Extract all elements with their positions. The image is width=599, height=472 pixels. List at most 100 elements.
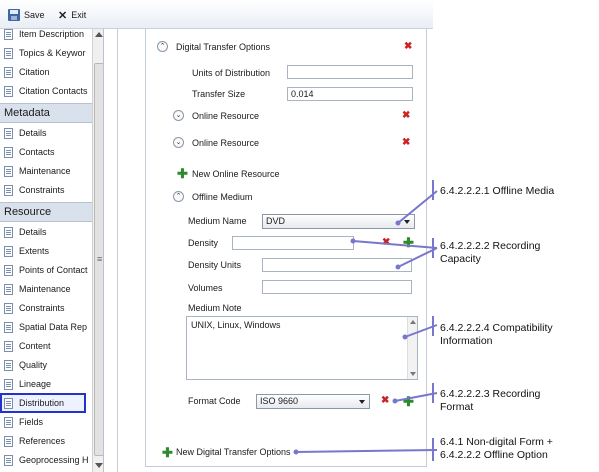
sidebar-item-content[interactable]: Content <box>0 337 92 355</box>
distribution-panel: ⌃ Digital Transfer Options ✖ Units of Di… <box>145 29 427 467</box>
transfer-size-label: Transfer Size <box>192 89 246 99</box>
chevron-up-icon[interactable]: ⌃ <box>157 41 168 52</box>
plus-icon[interactable]: ✚ <box>403 236 414 249</box>
plus-icon[interactable]: ✚ <box>177 167 188 180</box>
chevron-up-icon[interactable]: ⌃ <box>173 191 184 202</box>
online-resource-2[interactable]: Online Resource <box>192 138 259 148</box>
sidebar-item-label: Content <box>19 341 51 351</box>
document-icon <box>4 283 13 295</box>
sidebar-item-label: Item Description <box>19 29 85 39</box>
document-icon <box>4 397 13 409</box>
delete-icon[interactable]: ✖ <box>404 41 412 52</box>
annotation-non-digital-line2: 6.4.2.2.2 Offline Option <box>440 449 548 461</box>
sidebar-item-label: Maintenance <box>19 284 71 294</box>
sidebar-item-label: Citation Contacts <box>19 86 88 96</box>
document-icon <box>4 47 13 59</box>
annotation-recording-format-line1: 6.4.2.2.2.3 Recording <box>440 388 541 400</box>
medium-note-field[interactable]: UNIX, Linux, Windows <box>186 316 418 380</box>
sidebar-item-metadata-details[interactable]: Details <box>0 124 92 142</box>
sidebar-item-citation-contacts[interactable]: Citation Contacts <box>0 82 92 100</box>
sidebar-item-citation[interactable]: Citation <box>0 63 92 81</box>
units-of-distribution-field[interactable] <box>287 65 413 79</box>
sidebar-item-label: Distribution <box>19 398 65 408</box>
sidebar-item-points-of-contact[interactable]: Points of Contact <box>0 261 92 279</box>
sidebar-item-metadata-constraints[interactable]: Constraints <box>0 181 92 199</box>
density-field[interactable] <box>232 236 354 250</box>
document-icon <box>4 226 13 238</box>
sidebar-item-resource-maintenance[interactable]: Maintenance <box>0 280 92 298</box>
scroll-up-icon[interactable] <box>410 320 416 324</box>
exit-label: Exit <box>71 10 87 20</box>
medium-name-value: DVD <box>266 216 286 226</box>
sidebar-item-label: Citation <box>19 67 50 77</box>
annotation-offline-media: 6.4.2.2.2.1 Offline Media <box>440 185 555 197</box>
scroll-down-icon[interactable] <box>95 463 103 468</box>
sidebar-item-metadata-contacts[interactable]: Contacts <box>0 143 92 161</box>
floppy-icon <box>8 9 20 21</box>
document-icon <box>4 416 13 428</box>
sidebar-item-label: Constraints <box>19 185 65 195</box>
medium-note-label: Medium Note <box>188 303 242 313</box>
document-icon <box>4 146 13 158</box>
sidebar-header-resource: Resource <box>0 202 92 222</box>
sidebar-item-resource-details[interactable]: Details <box>0 223 92 241</box>
volumes-label: Volumes <box>188 283 223 293</box>
sidebar-item-metadata-maintenance[interactable]: Maintenance <box>0 162 92 180</box>
document-icon <box>4 127 13 139</box>
density-units-field[interactable] <box>262 258 412 272</box>
scrollbar-thumb[interactable]: ≡ <box>94 63 103 456</box>
format-code-select[interactable]: ISO 9660 <box>256 394 370 409</box>
document-icon <box>4 66 13 78</box>
online-resource-1[interactable]: Online Resource <box>192 111 259 121</box>
transfer-size-field[interactable]: 0.014 <box>287 87 413 101</box>
scroll-up-icon[interactable] <box>95 32 103 37</box>
document-icon <box>4 435 13 447</box>
sidebar-scrollbar[interactable]: ≡ <box>92 29 103 472</box>
delete-icon[interactable]: ✖ <box>402 110 410 121</box>
save-button[interactable]: Save <box>8 8 45 22</box>
sidebar-item-references[interactable]: References <box>0 432 92 450</box>
sidebar-item-label: Constraints <box>19 303 65 313</box>
units-label: Units of Distribution <box>192 68 271 78</box>
document-icon <box>4 85 13 97</box>
sidebar-item-label: Quality <box>19 360 48 370</box>
document-icon <box>4 454 13 466</box>
scroll-down-icon[interactable] <box>410 372 416 376</box>
delete-icon[interactable]: ✖ <box>381 395 389 406</box>
chevron-down-icon <box>404 220 410 224</box>
document-icon <box>4 184 13 196</box>
textarea-scrollbar[interactable] <box>407 317 417 379</box>
chevron-down-icon[interactable]: ⌄ <box>173 137 184 148</box>
medium-name-select[interactable]: DVD <box>262 214 415 229</box>
new-online-resource-button[interactable]: New Online Resource <box>192 169 280 179</box>
delete-icon[interactable]: ✖ <box>402 137 410 148</box>
sidebar-item-extents[interactable]: Extents <box>0 242 92 260</box>
offline-medium-title: Offline Medium <box>192 192 253 202</box>
sidebar-item-fields[interactable]: Fields <box>0 413 92 431</box>
sidebar-item-label: Details <box>19 227 47 237</box>
sidebar-item-topics-keywords[interactable]: Topics & Keywor <box>0 44 92 62</box>
new-digital-transfer-button[interactable]: New Digital Transfer Options <box>176 447 291 457</box>
sidebar-item-distribution[interactable]: Distribution <box>0 393 86 413</box>
annotation-recording-format-line2: Format <box>440 401 474 413</box>
sidebar-item-resource-constraints[interactable]: Constraints <box>0 299 92 317</box>
sidebar-item-geoprocessing-history[interactable]: Geoprocessing H <box>0 451 92 469</box>
format-code-label: Format Code <box>188 396 241 406</box>
sidebar-item-item-description[interactable]: Item Description <box>0 29 92 43</box>
chevron-down-icon[interactable]: ⌄ <box>173 110 184 121</box>
plus-icon[interactable]: ✚ <box>162 446 173 459</box>
sidebar-item-label: Points of Contact <box>19 265 88 275</box>
plus-icon[interactable]: ✚ <box>403 395 414 408</box>
exit-button[interactable]: ✕ Exit <box>58 8 86 22</box>
sidebar-item-quality[interactable]: Quality <box>0 356 92 374</box>
delete-icon[interactable]: ✖ <box>382 237 390 248</box>
sidebar-item-label: References <box>19 436 66 446</box>
volumes-field[interactable] <box>262 280 412 294</box>
sidebar-item-label: Details <box>19 128 47 138</box>
document-icon <box>4 302 13 314</box>
density-units-label: Density Units <box>188 260 242 270</box>
sidebar-item-spatial-data-rep[interactable]: Spatial Data Rep <box>0 318 92 336</box>
sidebar-item-lineage[interactable]: Lineage <box>0 375 92 393</box>
sidebar-item-label: Contacts <box>19 147 55 157</box>
document-icon <box>4 359 13 371</box>
